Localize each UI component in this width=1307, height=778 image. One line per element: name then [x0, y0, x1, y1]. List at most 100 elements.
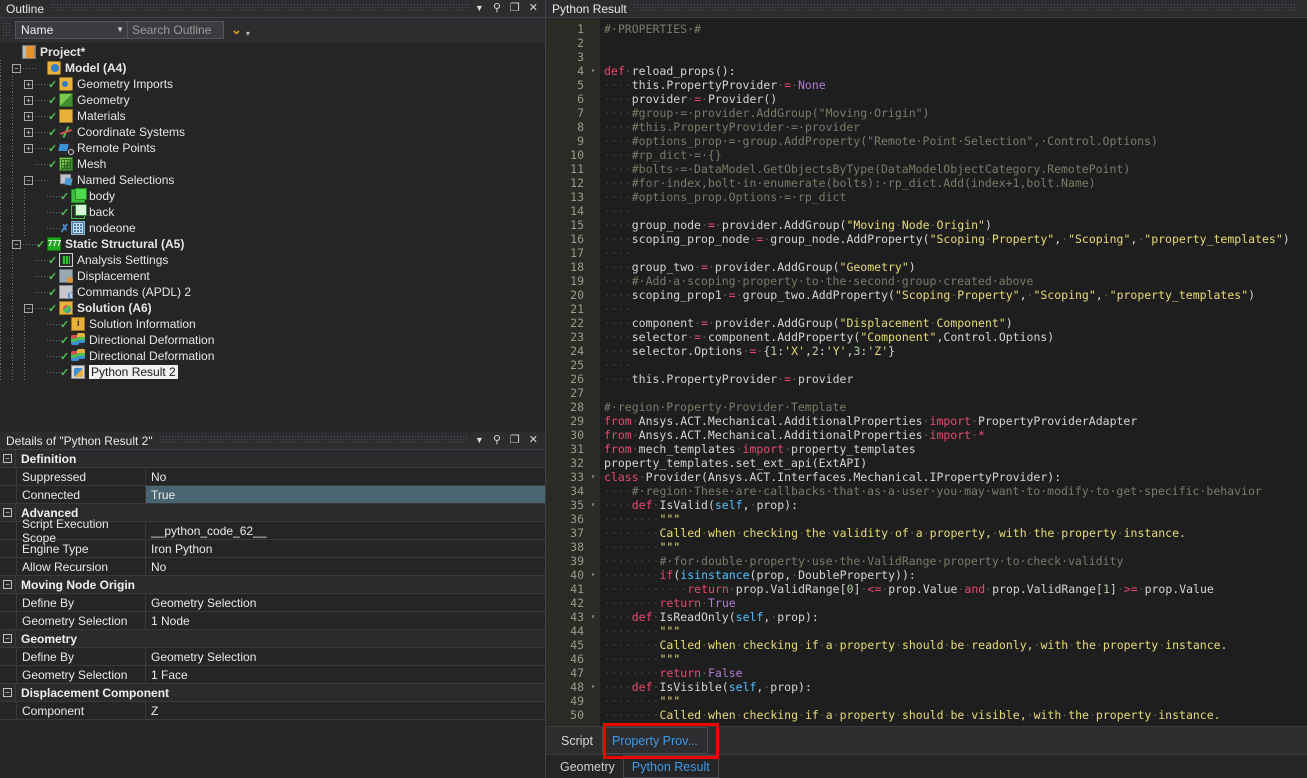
fold-marker[interactable]	[586, 134, 600, 148]
fold-marker[interactable]: ▾	[586, 498, 600, 512]
fold-marker[interactable]	[586, 484, 600, 498]
tree-item-directional-deformation[interactable]: ✓ Directional Deformation	[0, 332, 545, 348]
fold-marker[interactable]	[586, 386, 600, 400]
fold-marker[interactable]	[586, 344, 600, 358]
code-line[interactable]: 10 ····#rp_dict·=·{}	[546, 148, 1307, 162]
maximize-icon[interactable]: ❐	[510, 435, 520, 446]
details-row-geometry-selection[interactable]: Geometry Selection 1 Face	[0, 666, 545, 684]
fold-marker[interactable]	[586, 414, 600, 428]
maximize-icon[interactable]: ❐	[510, 3, 520, 14]
code-line[interactable]: 30 from·Ansys.ACT.Mechanical.AdditionalPr…	[546, 428, 1307, 442]
details-row-suppressed[interactable]: Suppressed No	[0, 468, 545, 486]
tree-item-analysis-settings[interactable]: ✓ Analysis Settings	[0, 252, 545, 268]
tree-item-mesh[interactable]: ✓ Mesh	[0, 156, 545, 172]
group-collapse-icon[interactable]: −	[0, 630, 16, 647]
fold-marker[interactable]: ▾	[586, 64, 600, 78]
fold-marker[interactable]	[586, 288, 600, 302]
code-line[interactable]: 37 ········Called·when·checking·the·valid…	[546, 526, 1307, 540]
fold-marker[interactable]	[586, 540, 600, 554]
tree-expander-icon[interactable]: +	[24, 95, 33, 105]
details-property-grid[interactable]: − Definition Suppressed No Connected True − Adv…	[0, 450, 545, 778]
tree-item-model-a4[interactable]: −✓Model (A4)	[0, 60, 545, 76]
code-line[interactable]: 12 ····#for·index,bolt·in·enumerate(bolts…	[546, 176, 1307, 190]
tree-item-geometry-imports[interactable]: + ✓ Geometry Imports	[0, 76, 545, 92]
tree-expander-icon[interactable]: +	[24, 143, 33, 153]
fold-marker[interactable]	[586, 106, 600, 120]
fold-marker[interactable]	[586, 22, 600, 36]
code-line[interactable]: 34 ····#·region·These·are·callbacks·that·…	[546, 484, 1307, 498]
code-line[interactable]: 28 #·region·Property·Provider·Template	[546, 400, 1307, 414]
details-row-geometry-selection[interactable]: Geometry Selection 1 Node	[0, 612, 545, 630]
close-icon[interactable]: ✕	[529, 3, 538, 14]
code-line[interactable]: 49 ········"""	[546, 694, 1307, 708]
fold-marker[interactable]	[586, 316, 600, 330]
code-line[interactable]: 44 ········"""	[546, 624, 1307, 638]
fold-marker[interactable]	[586, 36, 600, 50]
fold-marker[interactable]	[586, 260, 600, 274]
code-line[interactable]: 41 ············return·prop.ValidRange[0]·…	[546, 582, 1307, 596]
fold-marker[interactable]	[586, 218, 600, 232]
tree-item-displacement[interactable]: ✓ Displacement	[0, 268, 545, 284]
pin-icon[interactable]: ⚲	[493, 435, 501, 446]
code-line[interactable]: 1 #·PROPERTIES·#	[546, 22, 1307, 36]
tree-item-geometry[interactable]: + ✓ Geometry	[0, 92, 545, 108]
code-line[interactable]: 46 ········"""	[546, 652, 1307, 666]
group-collapse-icon[interactable]: −	[0, 450, 16, 467]
tree-expander-icon[interactable]: −	[12, 239, 21, 249]
details-value[interactable]: Geometry Selection	[146, 648, 545, 665]
tree-item-back[interactable]: ✓ back	[0, 204, 545, 220]
outline-filter-combo[interactable]: Name ▼	[15, 20, 128, 39]
tree-expander-icon[interactable]: +	[24, 111, 33, 121]
tree-item-solution-information[interactable]: ✓ Solution Information	[0, 316, 545, 332]
expand-chevron-icon[interactable]: ⌄	[231, 22, 242, 38]
fold-marker[interactable]	[586, 176, 600, 190]
details-row-allow-recursion[interactable]: Allow Recursion No	[0, 558, 545, 576]
details-group-definition[interactable]: − Definition	[0, 450, 545, 468]
details-row-connected[interactable]: Connected True	[0, 486, 545, 504]
fold-marker[interactable]	[586, 652, 600, 666]
details-value[interactable]: Iron Python	[146, 540, 545, 557]
code-line[interactable]: 24 ····selector.Options·=·{1:'X',2:'Y',3:…	[546, 344, 1307, 358]
search-outline-input[interactable]: Search Outline	[127, 20, 224, 39]
code-line[interactable]: 5 ····this.PropertyProvider·=·None	[546, 78, 1307, 92]
code-line[interactable]: 36 ········"""	[546, 512, 1307, 526]
dropdown-caret-icon[interactable]: ▼	[475, 4, 484, 13]
code-line[interactable]: 35 ▾ ····def·IsValid(self,·prop):	[546, 498, 1307, 512]
code-line[interactable]: 18 ····group_two·=·provider.AddGroup("Geo…	[546, 260, 1307, 274]
details-value[interactable]: No	[146, 558, 545, 575]
details-value[interactable]: 1 Node	[146, 612, 545, 629]
tree-item-python-result-2[interactable]: ✓ Python Result 2	[0, 364, 545, 380]
code-line[interactable]: 21 ····	[546, 302, 1307, 316]
details-row-engine-type[interactable]: Engine Type Iron Python	[0, 540, 545, 558]
code-line[interactable]: 19 ····#·Add·a·scoping·property·to·the·se…	[546, 274, 1307, 288]
tree-expander-icon[interactable]: −	[12, 63, 21, 73]
group-collapse-icon[interactable]: −	[0, 684, 16, 701]
details-row-component[interactable]: Component Z	[0, 702, 545, 720]
code-line[interactable]: 6 ····provider·=·Provider()	[546, 92, 1307, 106]
tree-item-static-structural-a5[interactable]: − ✓ 777 Static Structural (A5)	[0, 236, 545, 252]
fold-marker[interactable]	[586, 666, 600, 680]
code-line[interactable]: 17 ····	[546, 246, 1307, 260]
code-line[interactable]: 50 ········Called·when·checking·if·a·prop…	[546, 708, 1307, 722]
tree-item-remote-points[interactable]: + ✓ Remote Points	[0, 140, 545, 156]
details-group-displacement-component[interactable]: − Displacement Component	[0, 684, 545, 702]
details-value[interactable]: Z	[146, 702, 545, 719]
tree-item-materials[interactable]: + ✓ Materials	[0, 108, 545, 124]
fold-marker[interactable]	[586, 638, 600, 652]
fold-marker[interactable]	[586, 428, 600, 442]
fold-marker[interactable]	[586, 512, 600, 526]
fold-marker[interactable]	[586, 204, 600, 218]
tab-python-result[interactable]: Python Result	[622, 755, 719, 778]
close-icon[interactable]: ✕	[529, 435, 538, 446]
editor-primary-tabstrip[interactable]: Script Property Prov...	[546, 723, 1307, 759]
fold-marker[interactable]: ▾	[586, 470, 600, 484]
details-group-moving-node-origin[interactable]: − Moving Node Origin	[0, 576, 545, 594]
code-line[interactable]: 22 ····component·=·provider.AddGroup("Dis…	[546, 316, 1307, 330]
tree-expander-icon[interactable]: −	[24, 303, 33, 313]
fold-marker[interactable]	[586, 372, 600, 386]
fold-marker[interactable]	[586, 162, 600, 176]
tree-expander-icon[interactable]: +	[24, 79, 33, 89]
code-line[interactable]: 48 ▾ ····def·IsVisible(self,·prop):	[546, 680, 1307, 694]
fold-marker[interactable]	[586, 78, 600, 92]
fold-marker[interactable]	[586, 246, 600, 260]
